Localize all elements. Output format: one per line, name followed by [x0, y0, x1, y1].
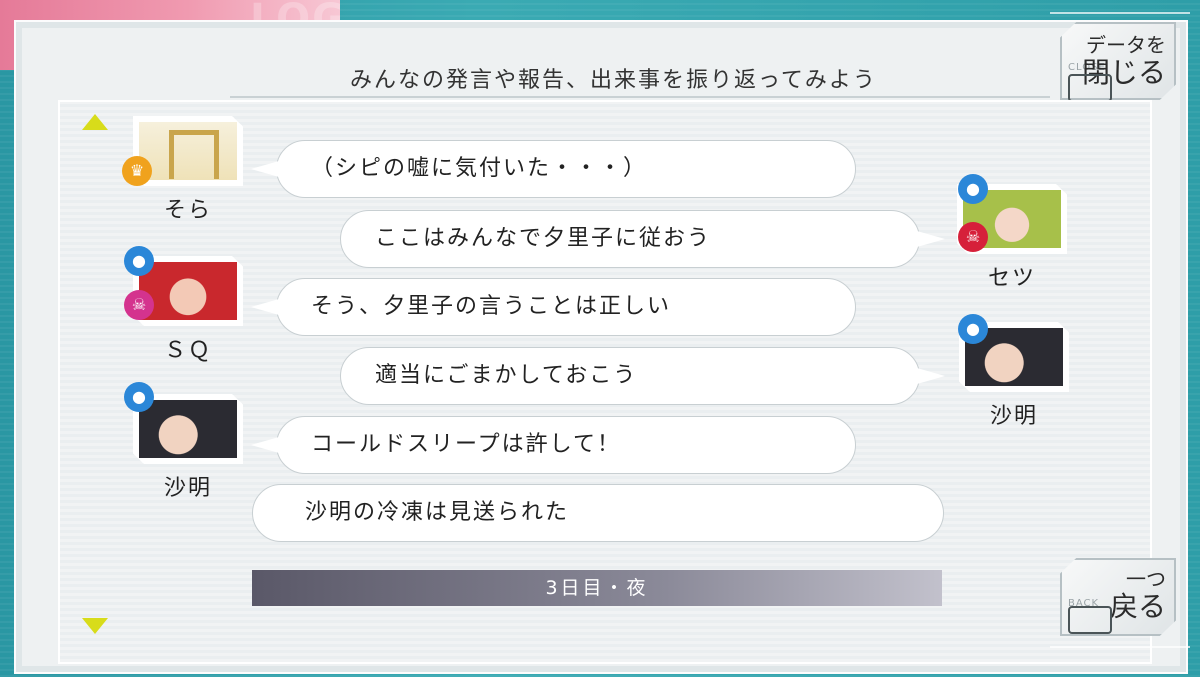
message-bubble: ここはみんなで夕里子に従おう [340, 210, 945, 268]
back-label-line1: 一つ [1126, 567, 1166, 591]
scroll-down-arrow-icon[interactable] [82, 618, 108, 634]
decorative-line [1050, 12, 1190, 14]
back-label-line2: 戻る [1109, 590, 1166, 623]
message-bubble: そう、夕里子の言うことは正しい [251, 278, 856, 336]
message-bubble: 適当にごまかしておこう [340, 347, 945, 405]
divider [230, 96, 1050, 98]
eye-icon: ● [124, 246, 154, 276]
eye-icon: ● [124, 382, 154, 412]
skull-icon: ☠ [124, 290, 154, 320]
speaker-name: そら [163, 198, 212, 223]
speaker-name: ＳＱ [163, 338, 212, 363]
eye-icon: ● [958, 174, 988, 204]
message-bubble: コールドスリープは許して！ [251, 416, 856, 474]
speaker-name: 沙明 [163, 476, 212, 501]
message-bubble: （シピの嘘に気付いた・・・） [251, 140, 856, 198]
decorative-line [1050, 646, 1190, 648]
skull-icon: ☠ [958, 222, 988, 252]
close-label-line1: データを [1086, 33, 1166, 57]
back-frame-icon [1068, 606, 1112, 634]
speaker-name: 沙明 [989, 404, 1038, 429]
day-separator: 3日目・夜 [252, 570, 942, 606]
page-subtitle: みんなの発言や報告、出来事を振り返ってみよう [350, 68, 877, 93]
event-bubble: 沙明の冷凍は見送られた [252, 484, 944, 542]
back-button[interactable]: BACK 一つ 戻る [1060, 558, 1176, 636]
close-frame-icon [1068, 74, 1112, 100]
close-data-button[interactable]: CLOSE データを 閉じる [1060, 22, 1176, 100]
speaker-name: セツ [987, 266, 1036, 291]
scroll-up-arrow-icon[interactable] [82, 114, 108, 130]
eye-icon: ● [958, 314, 988, 344]
trophy-icon: ♛ [122, 156, 152, 186]
